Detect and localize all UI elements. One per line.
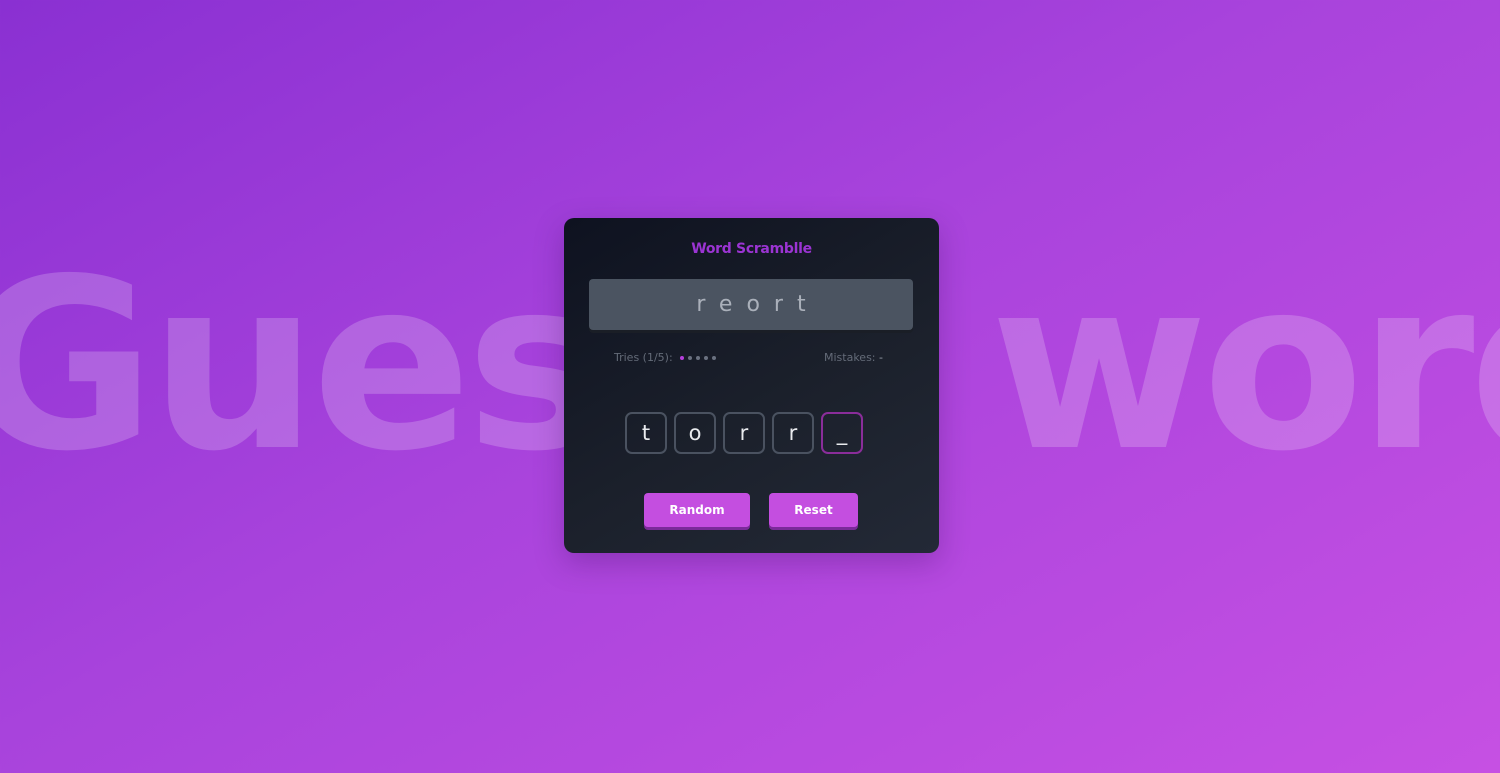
game-title: Word Scramblle — [691, 241, 812, 257]
tries-dot — [687, 355, 692, 360]
mistakes-value: - — [879, 351, 883, 364]
scrambled-word-text: reort — [696, 292, 820, 317]
letter-input-1[interactable]: t — [625, 412, 667, 454]
tries-dots — [679, 355, 716, 360]
tries-dot — [711, 355, 716, 360]
letter-input-3[interactable]: r — [723, 412, 765, 454]
tries-label: Tries (1/5): — [614, 351, 673, 364]
random-button[interactable]: Random — [644, 493, 750, 527]
tries-dot — [695, 355, 700, 360]
tries-dot — [703, 355, 708, 360]
letter-inputs: t o r r _ — [625, 412, 863, 454]
letter-input-4[interactable]: r — [772, 412, 814, 454]
background-word-word: word — [990, 228, 1500, 503]
game-card: Word Scramblle reort Tries (1/5): Mistak… — [564, 218, 939, 553]
scrambled-word-display: reort — [589, 279, 913, 330]
mistakes-indicator: Mistakes: - — [824, 351, 883, 364]
letter-input-2[interactable]: o — [674, 412, 716, 454]
mistakes-label: Mistakes: — [824, 351, 876, 364]
tries-dot — [679, 355, 684, 360]
letter-input-5[interactable]: _ — [821, 412, 863, 454]
tries-indicator: Tries (1/5): — [614, 351, 716, 364]
reset-button[interactable]: Reset — [769, 493, 858, 527]
